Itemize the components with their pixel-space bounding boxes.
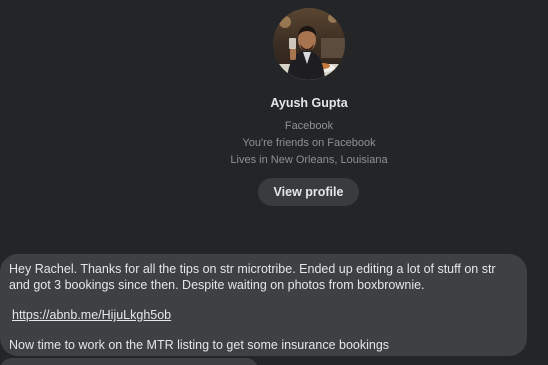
next-message-bubble[interactable] [0, 358, 258, 365]
profile-name: Ayush Gupta [270, 96, 348, 110]
message-link[interactable]: https://abnb.me/HijuLkgh5ob [12, 308, 171, 324]
message-text: Hey Rachel. Thanks for all the tips on s… [9, 262, 496, 292]
chat-conversation: Ayush Gupta Facebook You're friends on F… [0, 0, 548, 365]
profile-photo [273, 8, 345, 80]
profile-platform: Facebook [284, 120, 334, 132]
friendship-status: You're friends on Facebook [242, 137, 376, 149]
message-bubble[interactable]: Hey Rachel. Thanks for all the tips on s… [0, 254, 527, 356]
message-text-2: Now time to work on the MTR listing to g… [9, 337, 390, 352]
profile-location: Lives in New Orleans, Louisiana [230, 154, 388, 166]
avatar[interactable] [273, 8, 345, 80]
view-profile-button[interactable]: View profile [258, 178, 359, 206]
